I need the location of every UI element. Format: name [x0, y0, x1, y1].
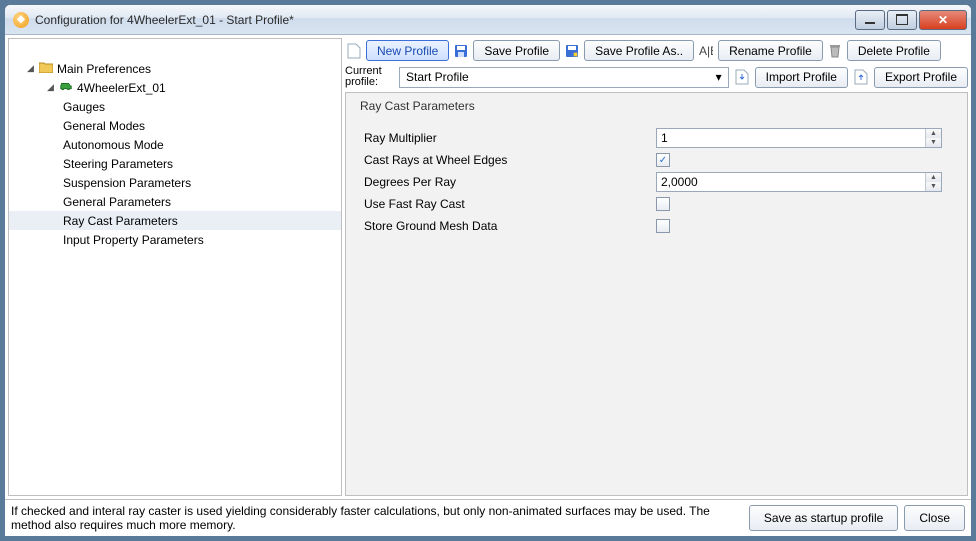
export-profile-button[interactable]: Export Profile [874, 67, 968, 88]
car-icon [57, 80, 75, 95]
new-profile-button[interactable]: New Profile [366, 40, 449, 61]
spin-down-icon[interactable]: ▼ [926, 138, 941, 147]
tree-item[interactable]: Suspension Parameters [9, 173, 341, 192]
tree-item[interactable]: Ray Cast Parameters [9, 211, 341, 230]
import-profile-button[interactable]: Import Profile [755, 67, 848, 88]
profile-toolbar: New Profile Save Profile Save Profile As… [345, 38, 968, 92]
collapse-icon[interactable]: ◢ [47, 82, 57, 93]
tree-item[interactable]: Input Property Parameters [9, 230, 341, 249]
app-window: ◆ Configuration for 4WheelerExt_01 - Sta… [4, 4, 972, 537]
tree-item-label: Input Property Parameters [61, 233, 204, 247]
rename-profile-button[interactable]: Rename Profile [718, 40, 823, 61]
field-ray-multiplier: Ray Multiplier ▲▼ [356, 127, 957, 149]
minimize-button[interactable] [855, 10, 885, 30]
close-button[interactable]: Close [904, 505, 965, 531]
svg-text:A|B: A|B [699, 44, 713, 58]
rename-icon: A|B [697, 42, 715, 60]
parameters-panel: Ray Cast Parameters Ray Multiplier ▲▼ [345, 92, 968, 496]
collapse-icon[interactable]: ◢ [27, 63, 37, 74]
tree-item-label: General Parameters [61, 195, 171, 209]
spin-down-icon[interactable]: ▼ [926, 182, 941, 191]
close-window-button[interactable]: ✕ [919, 10, 967, 30]
titlebar[interactable]: ◆ Configuration for 4WheelerExt_01 - Sta… [5, 5, 971, 35]
field-store-ground-mesh: Store Ground Mesh Data [356, 215, 957, 237]
window-controls: ✕ [855, 10, 967, 30]
preferences-tree[interactable]: ◢ Main Preferences ◢ 4WheelerExt_01 Gaug… [8, 38, 342, 496]
trash-icon [826, 42, 844, 60]
group-title: Ray Cast Parameters [356, 99, 479, 113]
maximize-button[interactable] [887, 10, 917, 30]
new-file-icon [345, 42, 363, 60]
folder-icon [37, 61, 55, 76]
app-icon: ◆ [13, 12, 29, 28]
tree-item-label: Autonomous Mode [61, 138, 164, 152]
tree-item[interactable]: General Parameters [9, 192, 341, 211]
tree-item[interactable]: Gauges [9, 97, 341, 116]
ray-multiplier-input[interactable]: ▲▼ [656, 128, 942, 148]
tree-item[interactable]: General Modes [9, 116, 341, 135]
tree-item-label: Suspension Parameters [61, 176, 191, 190]
degrees-per-ray-input[interactable]: ▲▼ [656, 172, 942, 192]
save-profile-as-button[interactable]: Save Profile As.. [584, 40, 694, 61]
chevron-down-icon: ▾ [716, 70, 722, 84]
tree-item-label: Gauges [61, 100, 105, 114]
save-icon [452, 42, 470, 60]
current-profile-label: Current profile: [345, 66, 395, 88]
tree-item[interactable]: Steering Parameters [9, 154, 341, 173]
tree-vehicle-label: 4WheelerExt_01 [75, 81, 166, 95]
current-profile-value: Start Profile [406, 70, 469, 84]
save-profile-button[interactable]: Save Profile [473, 40, 560, 61]
tree-item[interactable]: Autonomous Mode [9, 135, 341, 154]
delete-profile-button[interactable]: Delete Profile [847, 40, 941, 61]
field-use-fast-ray-cast: Use Fast Ray Cast [356, 193, 957, 215]
main-area: New Profile Save Profile Save Profile As… [345, 38, 968, 496]
tree-item-label: General Modes [61, 119, 145, 133]
tree-item-label: Steering Parameters [61, 157, 173, 171]
save-as-icon [563, 42, 581, 60]
spin-up-icon[interactable]: ▲ [926, 173, 941, 182]
tree-item-label: Ray Cast Parameters [61, 214, 178, 228]
content-area: ◢ Main Preferences ◢ 4WheelerExt_01 Gaug… [5, 35, 971, 499]
spin-up-icon[interactable]: ▲ [926, 129, 941, 138]
use-fast-ray-cast-checkbox[interactable] [656, 197, 670, 211]
tree-root-label: Main Preferences [55, 62, 151, 76]
field-degrees-per-ray: Degrees Per Ray ▲▼ [356, 171, 957, 193]
import-icon [733, 68, 751, 86]
footer-bar: If checked and interal ray caster is use… [5, 499, 971, 536]
window-title: Configuration for 4WheelerExt_01 - Start… [35, 13, 855, 27]
tree-root[interactable]: ◢ Main Preferences [9, 59, 341, 78]
help-text: If checked and interal ray caster is use… [11, 504, 743, 532]
current-profile-select[interactable]: Start Profile ▾ [399, 67, 729, 88]
store-ground-mesh-checkbox[interactable] [656, 219, 670, 233]
cast-rays-edges-checkbox[interactable]: ✓ [656, 153, 670, 167]
field-cast-rays-edges: Cast Rays at Wheel Edges ✓ [356, 149, 957, 171]
tree-vehicle[interactable]: ◢ 4WheelerExt_01 [9, 78, 341, 97]
export-icon [852, 68, 870, 86]
save-as-startup-button[interactable]: Save as startup profile [749, 505, 898, 531]
